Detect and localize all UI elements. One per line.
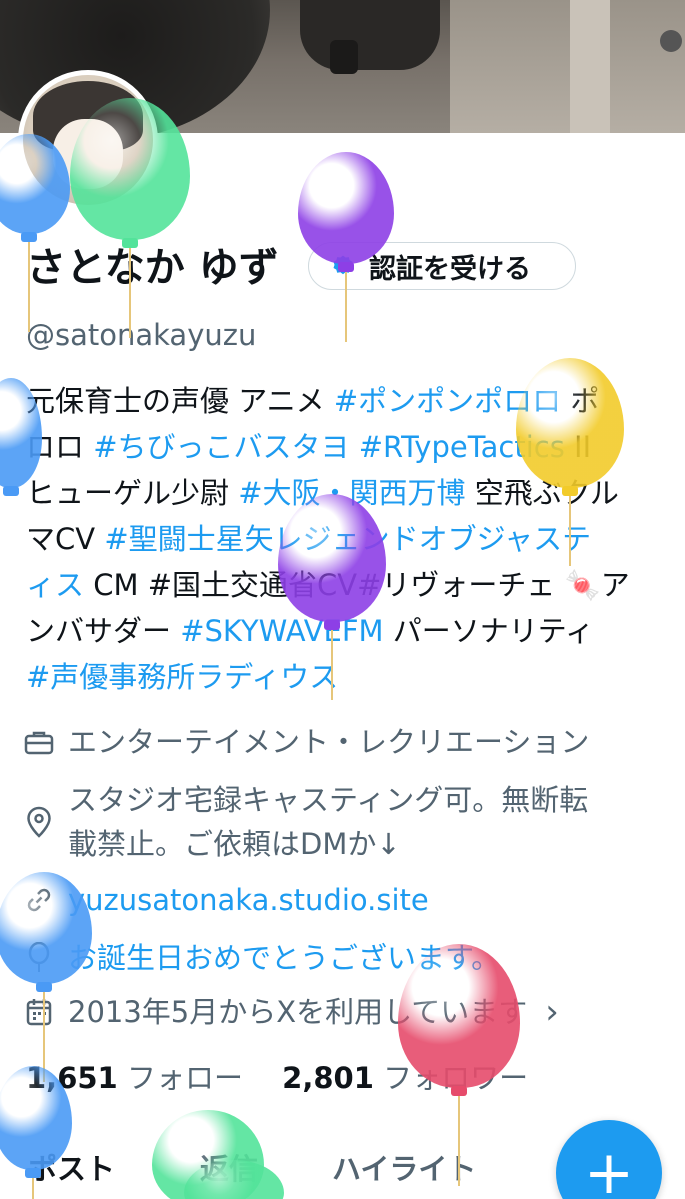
briefcase-icon (22, 720, 56, 764)
banner-mic-clip (330, 40, 358, 74)
follow-stats: 1,651 フォロー 2,801 フォロワー (26, 1056, 528, 1100)
followers-label: フォロワー (373, 1061, 529, 1095)
get-verified-label: 認証を受ける (369, 253, 531, 285)
hashtag-link[interactable]: ィス (26, 568, 84, 602)
compose-button[interactable]: + (556, 1120, 662, 1199)
tab-highlights[interactable]: ハイライト (332, 1144, 476, 1194)
tab-replies[interactable]: 返信 (200, 1144, 258, 1194)
bio-text: 元保育士の声優 アニメ (26, 384, 334, 418)
bio-line: ロロ #ちびっこバスタヨ #RTypeTactics II (26, 424, 666, 470)
avatar[interactable] (18, 70, 158, 210)
bio-line: ヒューゲル少尉 #大阪・関西万博 空飛ぶクル (26, 470, 666, 516)
bio-line: #声優事務所ラディウス (26, 654, 666, 700)
location-line-1: スタジオ宅録キャスティング可。無断転 (68, 783, 589, 817)
location-pin-icon (22, 778, 56, 866)
followers-count: 2,801 (282, 1061, 374, 1095)
birthday-text: お誕生日おめでとうございます。 (68, 941, 501, 975)
joined-text: 2013年5月からXを利用しています (68, 995, 528, 1029)
avatar-face (53, 119, 123, 189)
bio-text: ポ (561, 384, 600, 418)
meta-birthday: お誕生日おめでとうございます。 (22, 936, 500, 980)
profile-handle: @satonakayuzu (26, 318, 257, 352)
hashtag-link[interactable]: #ちびっこバスタヨ (93, 430, 349, 464)
following-link[interactable]: 1,651 フォロー (26, 1061, 243, 1095)
bio-text: CM #国土交通省CV#リヴォーチェ 🍬ア (84, 568, 630, 602)
meta-joined[interactable]: 2013年5月からXを利用しています › (22, 990, 559, 1034)
chevron-right-icon: › (545, 992, 559, 1032)
hashtag-link[interactable]: #RTypeTactics (359, 430, 565, 464)
balloon-icon (22, 936, 56, 980)
profile-name: さとなか ゆず (26, 245, 279, 291)
bio-text (350, 430, 359, 464)
hashtag-link[interactable]: #聖闘士星矢レジェンドオブジャステ (104, 522, 591, 556)
followers-link[interactable]: 2,801 フォロワー (282, 1061, 528, 1095)
location-line-2: 載禁止。ご依頼はDMか↓ (68, 827, 401, 861)
website-link[interactable]: yuzusatonaka.studio.site (68, 878, 429, 922)
banner-stand (570, 0, 610, 133)
category-text: エンターテイメント・レクリエーション (68, 725, 590, 759)
meta-location: スタジオ宅録キャスティング可。無断転 載禁止。ご依頼はDMか↓ (22, 778, 588, 866)
banner-knob (660, 30, 682, 52)
meta-website[interactable]: yuzusatonaka.studio.site (22, 878, 429, 922)
banner-wall (450, 0, 685, 133)
verified-badge-icon (333, 255, 353, 275)
bio-text: ンバサダー (26, 614, 181, 648)
profile-bio: 元保育士の声優 アニメ #ポンポンポロロ ポロロ #ちびっこバスタヨ #RTyp… (26, 378, 666, 700)
plus-icon: + (583, 1138, 635, 1199)
following-count: 1,651 (26, 1061, 118, 1095)
link-icon (22, 878, 56, 922)
bio-line: 元保育士の声優 アニメ #ポンポンポロロ ポ (26, 378, 666, 424)
banner-mic-arm (300, 0, 440, 70)
hashtag-link[interactable]: #声優事務所ラディウス (26, 660, 338, 694)
get-verified-button[interactable]: 認証を受ける (308, 242, 576, 290)
tab-posts[interactable]: ポスト (28, 1144, 115, 1194)
bio-text: ロロ (26, 430, 94, 464)
meta-category: エンターテイメント・レクリエーション (22, 720, 589, 764)
following-label: フォロー (117, 1061, 243, 1095)
bio-line: ィス CM #国土交通省CV#リヴォーチェ 🍬ア (26, 562, 666, 608)
bio-text: パーソナリティ (383, 614, 595, 648)
bio-text: ヒューゲル少尉 (26, 476, 239, 510)
bio-line: マCV #聖闘士星矢レジェンドオブジャステ (26, 516, 666, 562)
hashtag-link[interactable]: #SKYWAVEFM (180, 614, 383, 648)
bio-line: ンバサダー #SKYWAVEFM パーソナリティ (26, 608, 666, 654)
bio-text: II (564, 430, 592, 464)
hashtag-link[interactable]: #ポンポンポロロ (334, 384, 561, 418)
bio-text: マCV (26, 522, 105, 556)
bio-text: 空飛ぶクル (465, 476, 619, 510)
calendar-icon (22, 990, 56, 1034)
hashtag-link[interactable]: #大阪・関西万博 (238, 476, 465, 510)
